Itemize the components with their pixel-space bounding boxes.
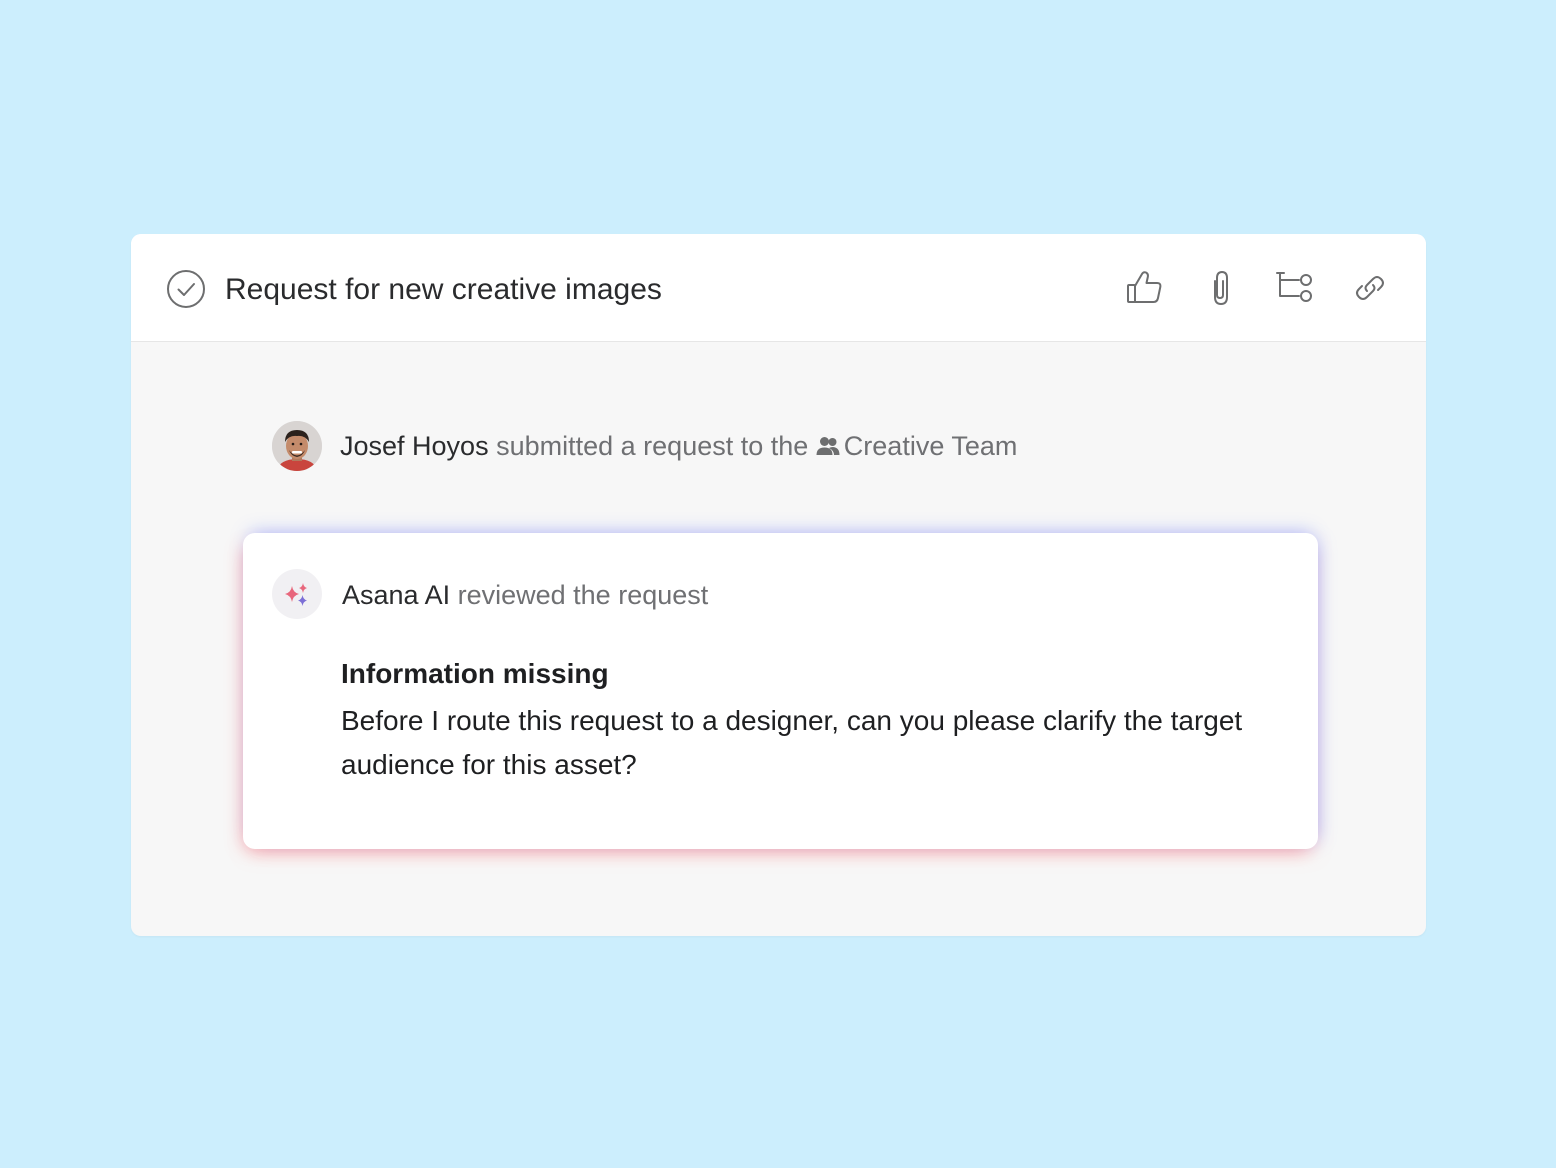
ai-sparkle-icon (272, 569, 322, 619)
team-name: Creative Team (843, 431, 1018, 461)
mark-complete-check-icon[interactable] (166, 269, 206, 309)
thumbs-up-icon[interactable] (1124, 267, 1166, 309)
activity-author[interactable]: Josef Hoyos (340, 431, 489, 461)
link-icon[interactable] (1349, 267, 1391, 309)
ai-review-card: Asana AI reviewed the request Informatio… (243, 533, 1318, 849)
paperclip-icon[interactable] (1199, 267, 1241, 309)
activity-action: submitted a request to the (496, 431, 809, 461)
activity-text: Josef Hoyos submitted a request to the C… (340, 429, 1017, 463)
avatar[interactable] (272, 421, 322, 471)
task-title[interactable]: Request for new creative images (225, 270, 662, 310)
ai-review-message: Before I route this request to a designe… (341, 705, 1243, 780)
task-panel: Request for new creative images Josef Ho… (131, 234, 1426, 936)
ai-review-heading: Information missing (341, 658, 609, 689)
ai-action: reviewed the request (457, 580, 709, 610)
ai-review-header: Asana AI reviewed the request (342, 578, 708, 612)
task-header: Request for new creative images (131, 234, 1426, 342)
ai-author: Asana AI (342, 580, 451, 610)
team-link[interactable]: Creative Team (816, 431, 1018, 461)
subtask-icon[interactable] (1275, 267, 1317, 309)
team-icon (816, 437, 840, 455)
